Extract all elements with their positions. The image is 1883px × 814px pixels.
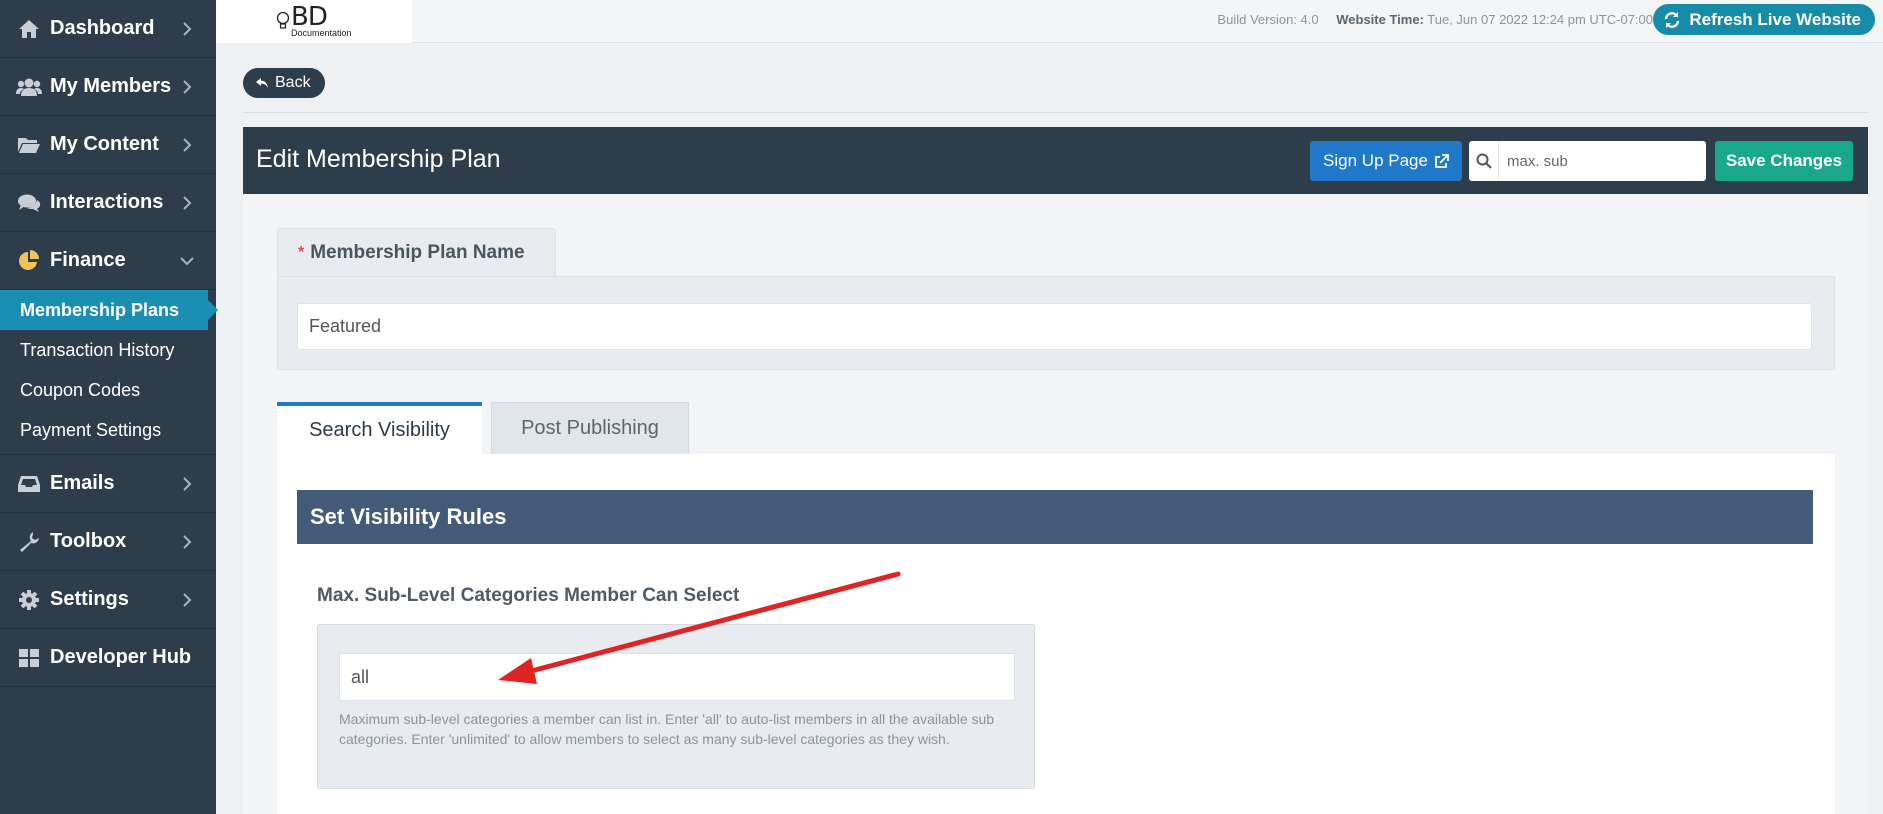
build-info: Build Version: 4.0 Website Time: Tue, Ju… bbox=[1217, 12, 1653, 27]
top-bar: BD Documentation Build Version: 4.0 Webs… bbox=[216, 0, 1883, 43]
sign-up-page-label: Sign Up Page bbox=[1323, 151, 1428, 170]
plan-name-input[interactable] bbox=[297, 303, 1812, 350]
section-title: Set Visibility Rules bbox=[297, 490, 1813, 544]
max-sub-level-help: Maximum sub-level categories a member ca… bbox=[339, 711, 995, 747]
sidebar-item-label: Interactions bbox=[50, 191, 164, 213]
max-sub-level-box: Maximum sub-level categories a member ca… bbox=[317, 624, 1035, 789]
chevron-right-icon bbox=[178, 20, 196, 38]
max-sub-level-label: Max. Sub-Level Categories Member Can Sel… bbox=[317, 585, 740, 606]
back-label: Back bbox=[275, 74, 311, 91]
page-title: Edit Membership Plan bbox=[256, 145, 501, 173]
search-input[interactable] bbox=[1499, 142, 1706, 180]
users-icon bbox=[16, 74, 42, 100]
sidebar-item-my-content[interactable]: My Content bbox=[0, 116, 216, 174]
sidebar-item-my-members[interactable]: My Members bbox=[0, 58, 216, 116]
folder-icon bbox=[16, 132, 42, 158]
sidebar-item-toolbox[interactable]: Toolbox bbox=[0, 513, 216, 571]
refresh-live-website-button[interactable]: Refresh Live Website bbox=[1653, 4, 1875, 35]
sidebar-item-developer-hub[interactable]: Developer Hub bbox=[0, 629, 216, 687]
chevron-right-icon bbox=[178, 194, 196, 212]
sidebar-item-label: Settings bbox=[50, 588, 129, 610]
chevron-right-icon bbox=[178, 475, 196, 493]
sidebar-item-label: Toolbox bbox=[50, 530, 127, 552]
sign-up-page-button[interactable]: Sign Up Page bbox=[1310, 141, 1462, 181]
sidebar-subitem-transaction-history[interactable]: Transaction History bbox=[0, 330, 216, 370]
sidebar-item-label: My Members bbox=[50, 75, 172, 97]
save-changes-button[interactable]: Save Changes bbox=[1715, 141, 1853, 181]
comments-icon bbox=[16, 190, 42, 216]
logo[interactable]: BD Documentation bbox=[216, 0, 412, 43]
sidebar-item-label: Emails bbox=[50, 472, 115, 494]
reply-arrow-icon bbox=[256, 78, 268, 88]
website-time-label: Website Time: bbox=[1336, 12, 1424, 27]
search-icon bbox=[1469, 141, 1499, 181]
sidebar-item-emails[interactable]: Emails bbox=[0, 455, 216, 513]
back-button[interactable]: Back bbox=[243, 68, 325, 98]
chevron-right-icon bbox=[178, 533, 196, 551]
pie-chart-icon bbox=[16, 248, 42, 274]
sidebar-item-interactions[interactable]: Interactions bbox=[0, 174, 216, 232]
sidebar-item-dashboard[interactable]: Dashboard bbox=[0, 0, 216, 58]
lightbulb-icon bbox=[276, 11, 290, 29]
max-sub-level-input[interactable] bbox=[339, 653, 1015, 701]
sidebar-item-settings[interactable]: Settings bbox=[0, 571, 216, 629]
sidebar-subitem-membership-plans[interactable]: Membership Plans bbox=[0, 290, 218, 330]
refresh-icon bbox=[1665, 11, 1680, 28]
sidebar-subitem-coupon-codes[interactable]: Coupon Codes bbox=[0, 370, 216, 410]
required-marker: * bbox=[298, 243, 305, 261]
chevron-right-icon bbox=[178, 136, 196, 154]
sidebar-item-label: Developer Hub bbox=[50, 646, 192, 668]
inbox-icon bbox=[16, 471, 42, 497]
divider bbox=[243, 112, 1867, 113]
logo-subtitle: Documentation bbox=[291, 27, 352, 38]
grid-icon bbox=[16, 645, 42, 671]
sidebar: Dashboard My Members My Content Interact… bbox=[0, 0, 218, 814]
panel-body: * Membership Plan Name Search Visibility… bbox=[243, 194, 1868, 814]
website-time-value: Tue, Jun 07 2022 12:24 pm UTC-07:00 bbox=[1427, 12, 1653, 27]
settings-search bbox=[1469, 141, 1706, 181]
plan-name-label-tab: * Membership Plan Name bbox=[277, 228, 556, 276]
wrench-icon bbox=[16, 529, 42, 555]
external-link-icon bbox=[1435, 153, 1449, 168]
sidebar-item-label: My Content bbox=[50, 133, 159, 155]
panel-header: Edit Membership Plan Sign Up Page Save C… bbox=[243, 127, 1868, 194]
finance-submenu: Membership Plans Transaction History Cou… bbox=[0, 290, 218, 455]
tab-post-publishing[interactable]: Post Publishing bbox=[491, 402, 689, 454]
refresh-label: Refresh Live Website bbox=[1689, 9, 1861, 29]
sidebar-item-label: Finance bbox=[50, 249, 126, 271]
gear-icon bbox=[16, 587, 42, 613]
chevron-down-icon bbox=[178, 252, 196, 270]
chevron-right-icon bbox=[178, 78, 196, 96]
build-version: Build Version: 4.0 bbox=[1217, 12, 1319, 27]
sidebar-subitem-payment-settings[interactable]: Payment Settings bbox=[0, 410, 216, 450]
plan-name-label: Membership Plan Name bbox=[310, 241, 525, 263]
plan-name-box bbox=[277, 276, 1835, 370]
sidebar-item-finance[interactable]: Finance bbox=[0, 232, 216, 290]
home-icon bbox=[16, 16, 42, 42]
chevron-right-icon bbox=[178, 591, 196, 609]
sidebar-item-label: Dashboard bbox=[50, 17, 155, 39]
tab-content: Set Visibility Rules Max. Sub-Level Cate… bbox=[277, 454, 1835, 814]
tab-search-visibility[interactable]: Search Visibility bbox=[277, 402, 482, 455]
